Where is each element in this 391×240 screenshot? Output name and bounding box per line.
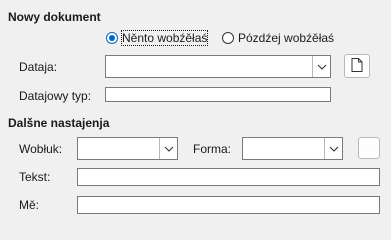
radio-unselected-indicator xyxy=(222,32,234,44)
chevron-down-icon[interactable] xyxy=(326,138,342,159)
radio-edit-now[interactable]: Něnto wobźěłaś xyxy=(106,30,209,46)
filetype-field xyxy=(105,87,331,102)
document-icon xyxy=(351,57,363,75)
form-combo[interactable] xyxy=(242,137,343,160)
section-title-further-settings: Dalšne nastajenja xyxy=(8,116,110,130)
text-label: Tekst: xyxy=(19,170,51,184)
file-combo[interactable] xyxy=(105,55,331,78)
radio-edit-now-label: Něnto wobźěłaś xyxy=(120,30,209,46)
file-label: Dataja: xyxy=(19,60,58,74)
chevron-down-icon[interactable] xyxy=(314,56,330,77)
radio-edit-later-label: Pózdźej wobźěłaś xyxy=(238,31,335,45)
radio-edit-later[interactable]: Pózdźej wobźěłaś xyxy=(222,31,334,45)
name-label: Mě: xyxy=(19,198,40,212)
form-option-button[interactable] xyxy=(358,137,380,159)
text-field[interactable] xyxy=(77,168,380,186)
radio-selected-indicator xyxy=(106,32,118,44)
section-title-new-document: Nowy dokument xyxy=(8,10,101,24)
form-label: Forma: xyxy=(193,142,232,156)
browse-file-button[interactable] xyxy=(344,54,370,78)
style-combo[interactable] xyxy=(77,137,178,160)
chevron-down-icon[interactable] xyxy=(161,138,177,159)
name-field[interactable] xyxy=(77,196,380,214)
filetype-label: Datajowy typ: xyxy=(19,89,92,103)
style-label: Wobłuk: xyxy=(19,142,63,156)
